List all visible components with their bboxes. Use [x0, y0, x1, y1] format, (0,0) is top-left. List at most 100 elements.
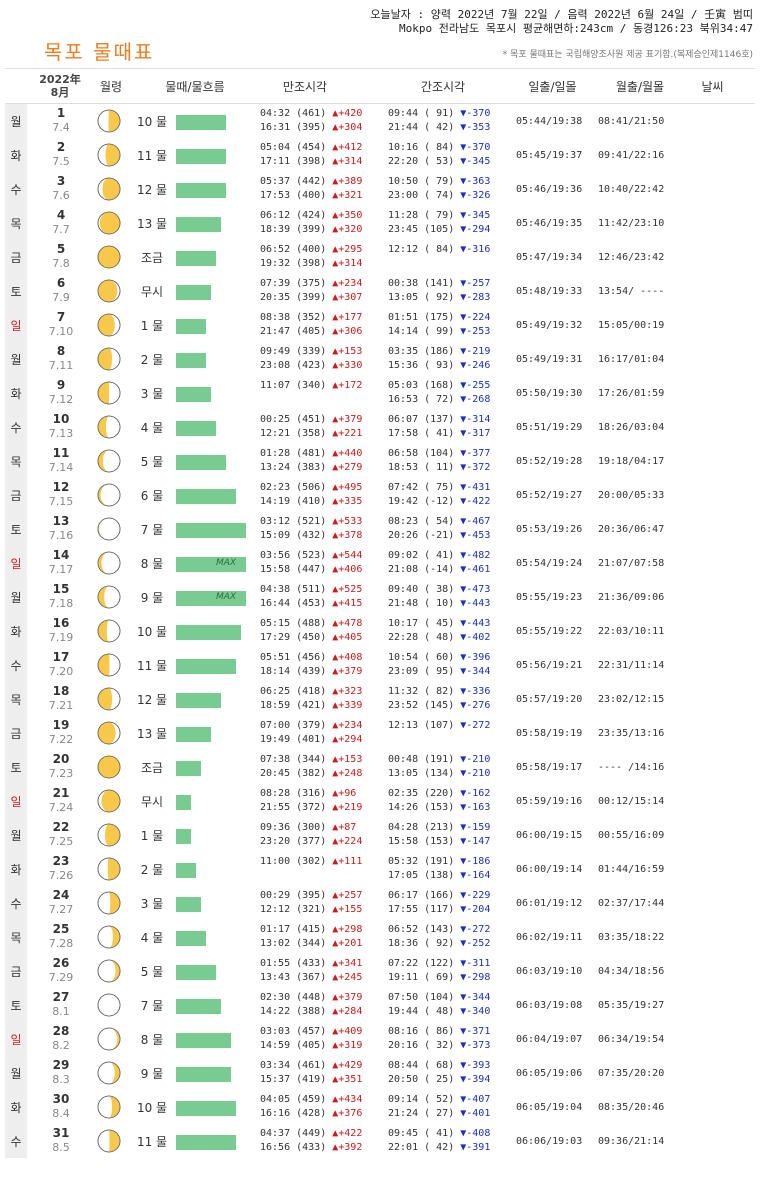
tide-name: 10 물 [136, 1100, 168, 1115]
high-tide-times: 04:32 (461) ▲+420 16:31 (395) ▲+304 [260, 108, 363, 133]
tide-name: 4 물 [140, 930, 164, 945]
moon-phase [97, 415, 121, 439]
lunar-date: 7.14 [48, 461, 74, 474]
moon-phase-icon [97, 1061, 121, 1085]
moon-phase-icon [97, 415, 121, 439]
moonrise-moonset: 06:34/19:54 [598, 1033, 665, 1045]
solar-day: 3 [56, 174, 66, 188]
table-row: 화 23 7.26 2 물 11:00 (302) ▲+111 05:32 (191) … [5, 852, 755, 886]
moon-phase [97, 347, 121, 371]
solar-day: 9 [56, 378, 66, 392]
sunrise-sunset: 05:52/19:28 [516, 455, 583, 467]
low-tide-times: 06:17 (166) ▼-229 17:55 (117) ▼-204 [388, 890, 491, 915]
weekday-cell: 화 [5, 614, 27, 648]
tide-strength-bar [176, 251, 216, 266]
low-tide-times: 09:14 ( 52) ▼-407 21:24 ( 27) ▼-401 [388, 1094, 491, 1119]
weather-cell [690, 512, 735, 546]
low-tide-times: 10:17 ( 45) ▼-443 22:28 ( 48) ▼-402 [388, 618, 491, 643]
tide-name: 조금 [140, 250, 164, 265]
solar-day: 8 [56, 344, 66, 358]
lunar-date: 7.4 [52, 121, 70, 134]
low-tide-times: 07:50 (104) ▼-344 19:44 ( 48) ▼-340 [388, 992, 491, 1017]
lunar-date: 7.26 [48, 869, 74, 882]
weekday-cell: 금 [5, 240, 27, 274]
weekday-cell: 금 [5, 716, 27, 750]
tide-name: 1 물 [140, 828, 164, 843]
solar-day: 10 [52, 412, 70, 426]
moon-phase-header: 월령 [99, 79, 123, 94]
solar-day: 17 [52, 650, 70, 664]
weather-cell [690, 580, 735, 614]
moonrise-moonset: 19:18/04:17 [598, 455, 665, 467]
high-tide-times: 06:52 (400) ▲+295 19:32 (398) ▲+314 [260, 244, 363, 269]
moonrise-moonset: 07:35/20:20 [598, 1067, 665, 1079]
tide-strength-bar [176, 693, 221, 708]
moon-phase [97, 449, 121, 473]
moon-phase-icon [97, 245, 121, 269]
moon-phase-icon [97, 211, 121, 235]
table-row: 수 3 7.6 12 물 05:37 (442) ▲+389 17:53 (400) ▲+… [5, 172, 755, 206]
moonrise-moonset: 04:34/18:56 [598, 965, 665, 977]
moonrise-moonset: ---- /14:16 [598, 761, 665, 773]
lunar-date: 7.18 [48, 597, 74, 610]
low-tide-times: 00:38 (141) ▼-257 13:05 ( 92) ▼-283 [388, 278, 491, 303]
weather-cell [690, 342, 735, 376]
moon-phase-icon [97, 1095, 121, 1119]
weekday-cell: 목 [5, 444, 27, 478]
moon-phase [97, 551, 121, 575]
sunrise-sunset: 05:58/19:19 [516, 727, 583, 739]
tide-strength-bar [176, 421, 216, 436]
tide-name: 8 물 [140, 556, 164, 571]
high-tide-times: 02:30 (448) ▲+379 14:22 (388) ▲+284 [260, 992, 363, 1017]
weather-cell [690, 444, 735, 478]
sunrise-sunset: 05:58/19:17 [516, 761, 583, 773]
lunar-date: 7.16 [48, 529, 74, 542]
weather-cell [690, 478, 735, 512]
tide-strength-bar [176, 1033, 231, 1048]
weather-cell [690, 750, 735, 784]
today-line: 오늘날자 : 양력 2022년 7월 22일 / 음력 2022년 6월 24일… [370, 8, 753, 21]
solar-day: 25 [52, 922, 70, 936]
weekday-cell: 수 [5, 410, 27, 444]
low-tide-times: 12:13 (107) ▼-272 [388, 720, 491, 731]
moon-phase [97, 143, 121, 167]
lunar-date: 7.5 [52, 155, 70, 168]
moon-phase-icon [97, 381, 121, 405]
moon-phase-icon [97, 721, 121, 745]
tide-name: 3 물 [140, 386, 164, 401]
tide-strength-bar [176, 319, 206, 334]
year-label: 2022年 [39, 73, 81, 86]
moon-phase-icon [97, 347, 121, 371]
tide-name: 6 물 [140, 488, 164, 503]
moon-phase-icon [97, 551, 121, 575]
weather-cell [690, 818, 735, 852]
weather-cell [690, 784, 735, 818]
weekday-cell: 목 [5, 682, 27, 716]
moon-phase [97, 245, 121, 269]
moon-phase-icon [97, 619, 121, 643]
table-row: 화 9 7.12 3 물 11:07 (340) ▲+172 05:03 (168) ▼… [5, 376, 755, 410]
tide-name: 9 물 [140, 1066, 164, 1081]
tide-strength-bar [176, 149, 226, 164]
sunrise-sunset: 05:59/19:16 [516, 795, 583, 807]
tide-table: 2022年 8月 월령 물때/물흐름 만조시각 간조시각 일출/일몰 월출/월몰 … [5, 68, 755, 1158]
high-tide-times: 04:37 (449) ▲+422 16:56 (433) ▲+392 [260, 1128, 363, 1153]
weather-cell [690, 988, 735, 1022]
lunar-date: 8.1 [52, 1005, 70, 1018]
high-tide-times: 07:38 (344) ▲+153 20:45 (382) ▲+248 [260, 754, 363, 779]
high-tide-times: 01:17 (415) ▲+298 13:02 (344) ▲+201 [260, 924, 363, 949]
tide-name: 5 물 [140, 454, 164, 469]
lunar-date: 8.4 [52, 1107, 70, 1120]
low-tide-times: 00:48 (191) ▼-210 13:05 (134) ▼-210 [388, 754, 491, 779]
moon-phase [97, 279, 121, 303]
high-tide-times: 11:07 (340) ▲+172 [260, 380, 363, 391]
weekday-cell: 화 [5, 1090, 27, 1124]
sunrise-sunset: 05:57/19:20 [516, 693, 583, 705]
tide-header: 물때/물흐름 [165, 79, 225, 94]
tide-name: 7 물 [140, 522, 164, 537]
table-row: 화 16 7.19 10 물 05:15 (488) ▲+478 17:29 (450) … [5, 614, 755, 648]
sunrise-sunset: 05:46/19:35 [516, 217, 583, 229]
low-tide-times: 06:07 (137) ▼-314 17:58 ( 41) ▼-317 [388, 414, 491, 439]
moonrise-moonset: 21:07/07:58 [598, 557, 665, 569]
weather-cell [690, 376, 735, 410]
